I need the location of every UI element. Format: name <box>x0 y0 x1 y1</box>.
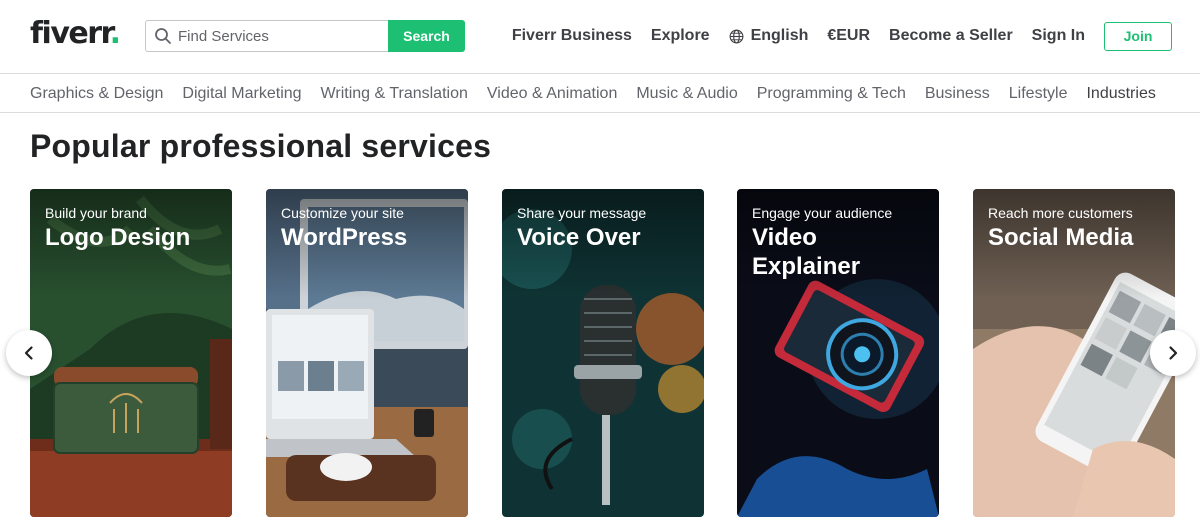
site-header: fiverr. Search Fiverr Business Explore E… <box>0 0 1200 74</box>
search-field[interactable] <box>145 20 388 52</box>
join-button[interactable]: Join <box>1104 21 1172 51</box>
section-title: Popular professional services <box>30 128 492 164</box>
category-programming-tech[interactable]: Programming & Tech <box>757 85 906 103</box>
nav-explore[interactable]: Explore <box>651 27 710 45</box>
logo-text: fiverr <box>30 16 111 51</box>
service-card-wordpress[interactable]: Customize your site WordPress <box>266 189 468 517</box>
category-graphics-design[interactable]: Graphics & Design <box>30 85 163 103</box>
chevron-right-icon <box>1169 346 1178 360</box>
card-title: WordPress <box>281 224 408 251</box>
service-card-social-media[interactable]: Reach more customers Social Media <box>973 189 1175 517</box>
search-icon <box>155 28 171 44</box>
card-subtitle: Customize your site <box>281 205 404 221</box>
category-business[interactable]: Business <box>925 85 990 103</box>
nav-fiverr-business[interactable]: Fiverr Business <box>512 27 632 45</box>
card-title: Social Media <box>988 224 1134 251</box>
card-title: Voice Over <box>517 224 641 251</box>
card-subtitle: Engage your audience <box>752 205 893 221</box>
service-card-video-explainer[interactable]: Engage your audience Video Explainer <box>737 189 939 517</box>
currency-selector[interactable]: €EUR <box>827 27 870 45</box>
service-card-voice-over[interactable]: Share your message Voice Over <box>502 189 704 517</box>
category-writing-translation[interactable]: Writing & Translation <box>321 85 468 103</box>
card-subtitle: Build your brand <box>45 205 147 221</box>
category-music-audio[interactable]: Music & Audio <box>636 85 737 103</box>
category-video-animation[interactable]: Video & Animation <box>487 85 617 103</box>
category-industries[interactable]: Industries <box>1086 85 1155 103</box>
search-input[interactable] <box>178 27 378 45</box>
globe-icon <box>729 29 744 43</box>
fiverr-logo[interactable]: fiverr. <box>30 16 121 52</box>
nav-sign-in[interactable]: Sign In <box>1032 27 1085 45</box>
card-subtitle: Reach more customers <box>988 205 1133 221</box>
card-title: Video Explainer <box>752 224 861 280</box>
language-label: English <box>750 27 809 44</box>
card-title: Logo Design <box>45 224 191 251</box>
chevron-left-icon <box>24 346 33 360</box>
top-nav: Fiverr Business Explore English €EUR Bec… <box>493 21 1172 51</box>
carousel-next-button[interactable] <box>1150 330 1196 376</box>
logo-dot: . <box>109 16 121 51</box>
card-subtitle: Share your message <box>517 205 647 221</box>
nav-become-seller[interactable]: Become a Seller <box>889 27 1013 45</box>
carousel-prev-button[interactable] <box>6 330 52 376</box>
language-selector[interactable]: English <box>729 27 809 45</box>
search-button[interactable]: Search <box>388 20 465 52</box>
service-card-logo-design[interactable]: Build your brand Logo Design <box>30 189 232 517</box>
category-lifestyle[interactable]: Lifestyle <box>1009 85 1068 103</box>
search-bar: Search <box>145 20 465 52</box>
category-digital-marketing[interactable]: Digital Marketing <box>182 85 301 103</box>
category-nav: Graphics & Design Digital Marketing Writ… <box>0 75 1200 113</box>
